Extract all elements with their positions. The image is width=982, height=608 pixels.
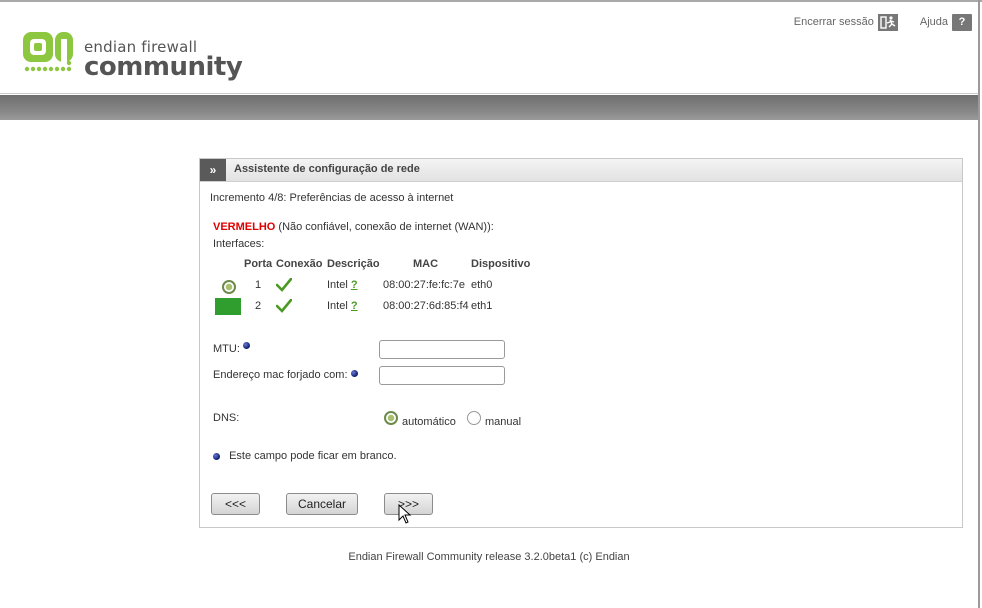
description-text: Intel xyxy=(327,279,348,291)
logo-wordmark: endian firewall community xyxy=(84,28,243,82)
dns-automatic-label[interactable]: automático xyxy=(402,416,456,428)
column-header-description: Descrição xyxy=(327,258,380,270)
column-header-connection: Conexão xyxy=(276,258,323,270)
endian-logo[interactable]: endian firewall community xyxy=(22,28,243,82)
help-icon: ? xyxy=(952,13,972,31)
footer-copyright: Endian Firewall Community release 3.2.0b… xyxy=(348,551,630,563)
logout-label: Encerrar sessão xyxy=(793,16,874,28)
driver-help-link[interactable]: ? xyxy=(351,300,358,312)
dns-manual-label[interactable]: manual xyxy=(485,416,521,428)
optional-bullet-icon xyxy=(242,341,250,349)
column-header-mac: MAC xyxy=(413,258,439,270)
chevron-right-icon: » xyxy=(200,159,226,181)
window-right-border xyxy=(978,0,980,608)
mtu-label-row: MTU: xyxy=(213,341,250,355)
step-indicator: Incremento 4/8: Preferências de acesso à… xyxy=(210,192,454,204)
mac-spoof-input[interactable] xyxy=(379,366,505,385)
zone-name: VERMELHO xyxy=(213,221,276,233)
logo-line-2: community xyxy=(84,52,243,82)
interface-radio-selected[interactable] xyxy=(222,280,236,294)
panel-title: Assistente de configuração de rede xyxy=(234,163,420,175)
zone-heading: VERMELHO (Não confiável, conexão de inte… xyxy=(213,221,494,233)
logout-link[interactable]: Encerrar sessão xyxy=(793,13,898,31)
optional-bullet-icon xyxy=(350,369,358,377)
port-number: 2 xyxy=(255,300,262,312)
port-number: 1 xyxy=(255,279,262,291)
interface-assigned-block[interactable] xyxy=(215,298,241,315)
legend-text: Este campo pode ficar em branco. xyxy=(229,450,397,462)
network-wizard-panel: » Assistente de configuração de rede Inc… xyxy=(199,158,963,528)
column-header-device: Dispositivo xyxy=(471,258,531,270)
cancel-button[interactable]: Cancelar xyxy=(286,493,358,515)
dns-label: DNS: xyxy=(213,412,240,424)
optional-bullet-icon xyxy=(213,452,220,460)
mac-address: 08:00:27:6d:85:f4 xyxy=(383,300,469,312)
mac-spoof-label: Endereço mac forjado com: xyxy=(213,369,348,381)
main-navigation-bar xyxy=(0,95,978,120)
device-name: eth0 xyxy=(471,279,493,291)
endian-logo-icon xyxy=(23,32,73,72)
device-name: eth1 xyxy=(471,300,493,312)
check-icon xyxy=(276,299,292,313)
mouse-cursor-icon xyxy=(398,504,412,524)
dns-automatic-radio[interactable] xyxy=(384,411,398,425)
mtu-input[interactable] xyxy=(379,340,505,359)
interface-description: Intel ? xyxy=(327,300,358,312)
mtu-label: MTU: xyxy=(213,343,240,355)
optional-legend: Este campo pode ficar em branco. xyxy=(213,450,397,462)
description-text: Intel xyxy=(327,300,348,312)
help-label: Ajuda xyxy=(919,16,948,28)
driver-help-link[interactable]: ? xyxy=(351,279,358,291)
panel-header: » Assistente de configuração de rede xyxy=(200,159,962,182)
check-icon xyxy=(276,278,292,292)
help-link[interactable]: Ajuda ? xyxy=(919,13,972,31)
dns-manual-radio[interactable] xyxy=(467,411,481,425)
top-links: Encerrar sessão Ajuda ? xyxy=(794,13,972,31)
help-icon-glyph: ? xyxy=(958,16,966,28)
window-top-border xyxy=(0,0,982,2)
header-divider xyxy=(0,93,978,94)
interfaces-label: Interfaces: xyxy=(213,238,265,250)
interface-description: Intel ? xyxy=(327,279,358,291)
logout-icon xyxy=(877,13,898,31)
column-header-port: Porta xyxy=(244,258,273,270)
back-button[interactable]: <<< xyxy=(211,493,260,515)
zone-description: (Não confiável, conexão de internet (WAN… xyxy=(275,221,494,233)
mac-address: 08:00:27:fe:fc:7e xyxy=(383,279,465,291)
mac-spoof-label-row: Endereço mac forjado com: xyxy=(213,369,358,381)
